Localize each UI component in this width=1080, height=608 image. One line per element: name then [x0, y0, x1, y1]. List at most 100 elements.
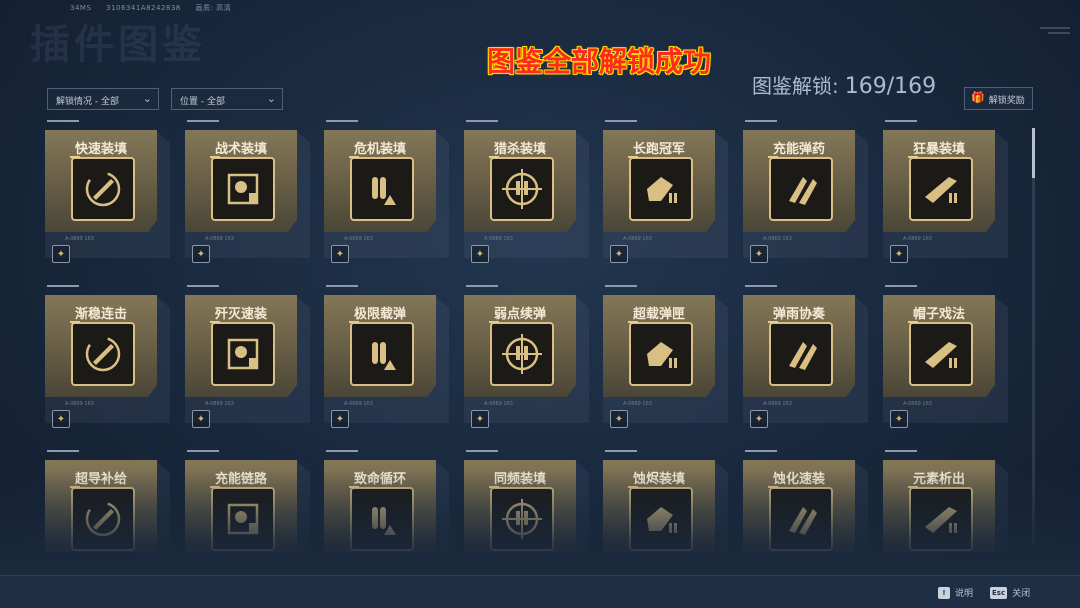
- background-title: 插件图鉴: [30, 22, 206, 68]
- chevron-down-icon: ⌄: [142, 92, 152, 105]
- card-name: 弱点续弹: [493, 307, 546, 322]
- card-name: 极限载弹: [353, 307, 406, 322]
- card-name: 快速装填: [74, 142, 127, 157]
- card-tab-decoration: [605, 285, 637, 290]
- card-serial: A-0869 163: [623, 401, 652, 407]
- bullet-rain-icon: [768, 321, 833, 386]
- top-info-item: 34MS: [70, 4, 92, 12]
- top-info-item: 画质: 高清: [195, 4, 232, 12]
- plugin-card[interactable]: 弱点续弹 A-0869 163 ✦: [464, 285, 589, 428]
- badge-icon: ✦: [52, 245, 70, 263]
- badge-icon: ✦: [471, 245, 489, 263]
- card-serial: A-0869 163: [903, 236, 932, 242]
- card-tab-decoration: [187, 120, 219, 125]
- bottom-fade: [0, 470, 1080, 575]
- badge-icon: ✦: [192, 410, 210, 428]
- card-serial: A-0869 163: [344, 236, 373, 242]
- card-tab-decoration: [885, 285, 917, 290]
- badge-icon: ✦: [750, 410, 768, 428]
- card-tab-decoration: [466, 120, 498, 125]
- crosshair-bullets-icon: [489, 156, 554, 221]
- help-hint[interactable]: ! 说明: [938, 586, 973, 599]
- unlock-status-dropdown[interactable]: 解锁情况 - 全部 ⌄: [47, 88, 159, 110]
- card-serial: A-0869 163: [623, 236, 652, 242]
- card-tab-decoration: [605, 120, 637, 125]
- card-tab-decoration: [326, 450, 358, 455]
- card-serial: A-0869 163: [205, 401, 234, 407]
- card-tab-decoration: [47, 285, 79, 290]
- card-name: 帽子戏法: [912, 307, 965, 322]
- card-tab-decoration: [466, 450, 498, 455]
- card-tab-decoration: [745, 285, 777, 290]
- card-tab-decoration: [326, 285, 358, 290]
- badge-icon: ✦: [890, 245, 908, 263]
- chevron-down-icon: ⌄: [266, 92, 276, 105]
- card-serial: A-0869 163: [65, 236, 94, 242]
- card-name: 歼灭速装: [214, 307, 267, 322]
- plugin-card[interactable]: 长跑冠军 A-0869 163 ✦: [603, 120, 728, 263]
- top-info-item: 3106341A8242838: [106, 4, 181, 12]
- card-tab-decoration: [47, 450, 79, 455]
- card-tab-decoration: [326, 120, 358, 125]
- card-serial: A-0869 163: [763, 401, 792, 407]
- plugin-card[interactable]: 弹雨协奏 A-0869 163 ✦: [743, 285, 868, 428]
- esc-key: Esc: [990, 586, 1008, 599]
- plugin-card[interactable]: 狂暴装填 A-0869 163 ✦: [883, 120, 1008, 263]
- plugin-card[interactable]: 超载弹匣 A-0869 163 ✦: [603, 285, 728, 428]
- card-tab-decoration: [187, 285, 219, 290]
- card-name: 长跑冠军: [632, 142, 685, 157]
- badge-icon: ✦: [750, 245, 768, 263]
- plugin-card[interactable]: 猎杀装填 A-0869 163 ✦: [464, 120, 589, 263]
- unlock-status-value: 解锁情况 - 全部: [56, 97, 119, 107]
- tactical-head-icon: [210, 156, 275, 221]
- plugin-card[interactable]: 极限载弹 A-0869 163 ✦: [324, 285, 449, 428]
- badge-icon: ✦: [471, 410, 489, 428]
- unlock-counter-label: 图鉴解锁:: [752, 74, 839, 98]
- badge-icon: ✦: [52, 410, 70, 428]
- card-serial: A-0869 163: [344, 401, 373, 407]
- close-hint[interactable]: Esc 关闭: [990, 586, 1030, 599]
- help-label: 说明: [955, 589, 974, 599]
- card-serial: A-0869 163: [763, 236, 792, 242]
- badge-icon: ✦: [192, 245, 210, 263]
- rage-gun-icon: [908, 156, 973, 221]
- card-tab-decoration: [885, 120, 917, 125]
- card-name: 猎杀装填: [493, 142, 546, 157]
- steady-combo-icon: [70, 321, 135, 386]
- card-name: 危机装填: [353, 142, 406, 157]
- gift-icon: 🎁: [971, 91, 985, 104]
- plugin-card[interactable]: 战术装填 A-0869 163 ✦: [185, 120, 310, 263]
- card-tab-decoration: [466, 285, 498, 290]
- runner-icon: [628, 156, 693, 221]
- plugin-card[interactable]: 帽子戏法 A-0869 163 ✦: [883, 285, 1008, 428]
- position-dropdown[interactable]: 位置 - 全部 ⌄: [171, 88, 283, 110]
- scrollbar-thumb[interactable]: [1032, 128, 1035, 178]
- card-tab-decoration: [47, 120, 79, 125]
- card-serial: A-0869 163: [205, 236, 234, 242]
- card-serial: A-0869 163: [903, 401, 932, 407]
- card-serial: A-0869 163: [65, 401, 94, 407]
- corner-decoration: [1040, 22, 1070, 42]
- plugin-card[interactable]: 渐稳连击 A-0869 163 ✦: [45, 285, 170, 428]
- plugin-card[interactable]: 歼灭速装 A-0869 163 ✦: [185, 285, 310, 428]
- card-name: 狂暴装填: [912, 142, 965, 157]
- limit-magazine-icon: [349, 321, 414, 386]
- card-serial: A-0869 163: [484, 236, 513, 242]
- card-tab-decoration: [745, 450, 777, 455]
- unlock-reward-label: 解锁奖励: [988, 96, 1025, 106]
- badge-icon: ✦: [331, 410, 349, 428]
- badge-icon: ✦: [610, 410, 628, 428]
- unlock-counter: 图鉴解锁: 169/169: [752, 70, 936, 99]
- unlock-reward-button[interactable]: 🎁 解锁奖励: [964, 87, 1033, 110]
- unlock-success-message: 图鉴全部解锁成功: [487, 45, 712, 78]
- bullet-reload-icon: [70, 156, 135, 221]
- card-tab-decoration: [745, 120, 777, 125]
- plugin-card[interactable]: 快速装填 A-0869 163 ✦: [45, 120, 170, 263]
- crisis-bullets-icon: [349, 156, 414, 221]
- rocket-bullets-icon: [768, 156, 833, 221]
- plugin-card[interactable]: 危机装填 A-0869 163 ✦: [324, 120, 449, 263]
- help-key: !: [938, 586, 950, 599]
- card-name: 渐稳连击: [74, 307, 127, 322]
- plugin-card[interactable]: 充能弹药 A-0869 163 ✦: [743, 120, 868, 263]
- close-label: 关闭: [1012, 589, 1031, 599]
